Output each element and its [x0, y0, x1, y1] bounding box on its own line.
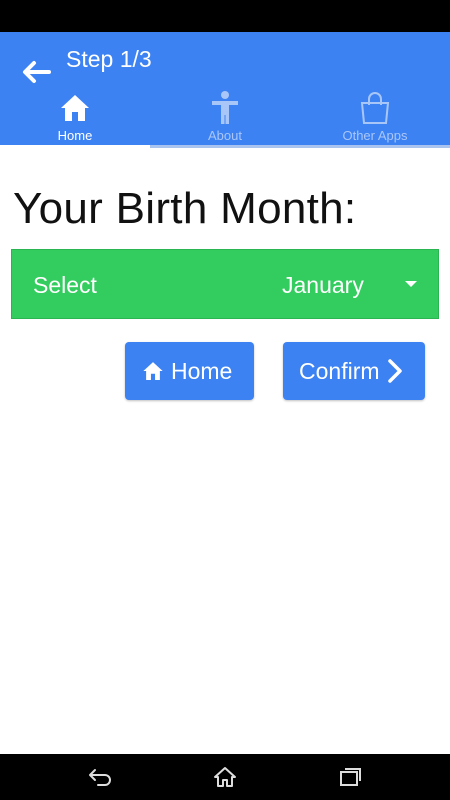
person-icon: [207, 90, 243, 126]
recents-icon: [340, 768, 361, 786]
home-button-label: Home: [171, 357, 233, 384]
home-icon: [141, 359, 165, 383]
confirm-button[interactable]: Confirm: [283, 342, 425, 400]
back-icon: [89, 769, 111, 786]
confirm-button-label: Confirm: [299, 357, 380, 384]
home-button[interactable]: Home: [125, 342, 254, 400]
birth-month-select[interactable]: Select January: [11, 249, 439, 319]
status-bar: [0, 0, 450, 32]
select-value: January: [282, 272, 364, 298]
active-tab-indicator: [0, 145, 150, 148]
caret-down-icon: [405, 281, 417, 287]
header-title: Step 1/3: [66, 46, 152, 72]
tab-divider: [150, 145, 450, 148]
home-icon: [214, 767, 236, 787]
tab-home-label: Home: [57, 128, 93, 143]
tab-about[interactable]: About: [150, 88, 300, 148]
system-nav-bar: [0, 754, 450, 800]
system-home-button[interactable]: [205, 762, 245, 792]
arrow-left-icon: [23, 61, 51, 83]
page-title: Your Birth Month:: [13, 184, 357, 233]
system-recents-button[interactable]: [330, 762, 370, 792]
system-back-button[interactable]: [80, 762, 120, 792]
shopping-bag-icon: [357, 90, 393, 126]
tab-bar: Home About Other Apps: [0, 88, 450, 148]
chevron-right-icon: [384, 356, 406, 386]
tab-other-apps[interactable]: Other Apps: [300, 88, 450, 148]
tab-other-apps-label: Other Apps: [342, 128, 408, 143]
tab-home[interactable]: Home: [0, 88, 150, 148]
app-header: Step 1/3 Home About Other Apps: [0, 32, 450, 148]
back-button[interactable]: [16, 52, 56, 92]
select-label: Select: [33, 272, 97, 298]
tab-about-label: About: [208, 128, 242, 143]
home-icon: [57, 90, 93, 126]
